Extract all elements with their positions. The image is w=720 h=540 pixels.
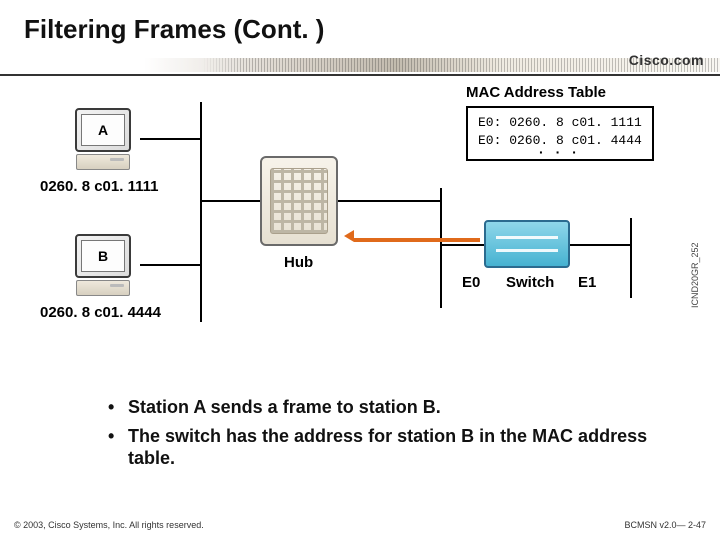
bullet-item: The switch has the address for station B… bbox=[108, 425, 680, 470]
station-b-icon: B bbox=[68, 234, 138, 296]
station-a-letter: A bbox=[81, 114, 125, 146]
page-title: Filtering Frames (Cont. ) bbox=[24, 14, 324, 45]
bullet-list: Station A sends a frame to station B. Th… bbox=[108, 390, 680, 476]
frame-path-arrow bbox=[354, 238, 480, 242]
hub-grill bbox=[270, 168, 328, 234]
slide-root: Filtering Frames (Cont. ) Cisco.com MAC … bbox=[0, 0, 720, 540]
decorative-strip bbox=[0, 58, 720, 72]
bus-left-vertical bbox=[200, 102, 202, 322]
bus-switch-e1-link bbox=[570, 244, 630, 246]
mac-table-row: E0: 0260. 8 c01. 1111 bbox=[478, 114, 642, 132]
bus-far-right-vertical bbox=[630, 218, 632, 298]
station-b-letter: B bbox=[81, 240, 125, 272]
footer-copyright: © 2003, Cisco Systems, Inc. All rights r… bbox=[14, 520, 204, 530]
station-a-mac: 0260. 8 c01. 1111 bbox=[40, 178, 158, 195]
bus-stub-to-a bbox=[140, 138, 200, 140]
footer-slide-ref: BCMSN v2.0— 2-47 bbox=[624, 520, 706, 530]
mac-table-title: MAC Address Table bbox=[466, 84, 606, 101]
side-reference: ICND20GR_252 bbox=[690, 242, 700, 308]
hub-device-icon bbox=[260, 156, 338, 246]
hub-label: Hub bbox=[284, 254, 313, 271]
switch-device-icon bbox=[484, 220, 570, 268]
switch-port-e1: E1 bbox=[578, 274, 596, 291]
bus-hub-to-right bbox=[338, 200, 440, 202]
title-underline bbox=[0, 74, 720, 76]
bus-right-vertical bbox=[440, 188, 442, 308]
station-a-icon: A bbox=[68, 108, 138, 170]
frame-path-arrowhead bbox=[344, 230, 354, 242]
bullet-item: Station A sends a frame to station B. bbox=[108, 396, 680, 419]
mac-address-table: E0: 0260. 8 c01. 1111 E0: 0260. 8 c01. 4… bbox=[466, 106, 654, 161]
network-diagram: MAC Address Table E0: 0260. 8 c01. 1111 … bbox=[0, 78, 720, 378]
bus-hub-link bbox=[200, 200, 260, 202]
brand-logo: Cisco.com bbox=[629, 52, 704, 68]
switch-label: Switch bbox=[506, 274, 554, 291]
switch-port-e0: E0 bbox=[462, 274, 480, 291]
station-b-mac: 0260. 8 c01. 4444 bbox=[40, 304, 161, 321]
bus-stub-to-b bbox=[140, 264, 200, 266]
bus-switch-e0-link bbox=[440, 244, 484, 246]
